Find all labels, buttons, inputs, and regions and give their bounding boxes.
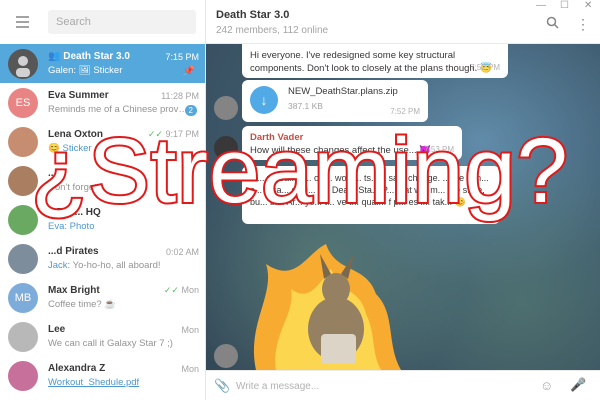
chat-time: Mon <box>181 324 199 335</box>
unread-badge: 2 <box>184 105 197 116</box>
message-composer: 📎 ☺ 🎤 <box>206 370 600 400</box>
message-time: 7:52 PM <box>470 63 500 73</box>
sticker[interactable] <box>236 234 416 370</box>
chat-name: 👥 Death Star 3.0 <box>48 51 130 62</box>
sidebar-top-bar <box>0 0 205 44</box>
chat-preview: Eva: Photo <box>48 221 95 232</box>
file-name: NEW_DeathStar.plans.zip <box>288 86 398 97</box>
avatar <box>8 321 38 352</box>
close-icon[interactable]: ✕ <box>584 0 592 11</box>
chat-preview: Workout_Shedule.pdf <box>48 377 188 388</box>
chat-title: Death Star 3.0 <box>216 9 290 21</box>
chat-time: 0:02 AM <box>165 246 199 257</box>
chat-time: 7:15 PM <box>165 51 199 62</box>
chat-preview: Reminds me of a Chinese prove... <box>48 104 188 115</box>
avatar <box>8 360 38 391</box>
message-time: 7:52 PM <box>390 107 420 117</box>
search-input[interactable] <box>48 10 196 34</box>
file-message[interactable]: ↓ NEW_DeathStar.plans.zip 387.1 KB 7:52 … <box>242 80 428 122</box>
maximize-icon[interactable]: ☐ <box>560 0 569 11</box>
chat-name: Alexandra Z <box>48 363 106 374</box>
chat-time: Mon <box>181 363 199 374</box>
chat-name: Eva Summer <box>48 90 109 101</box>
chat-name: ...d Pirates <box>48 246 99 257</box>
chat-header: Death Star 3.0 242 members, 112 online —… <box>206 0 600 44</box>
pin-icon: 📌 <box>182 66 195 77</box>
message-input[interactable] <box>236 378 526 394</box>
chat-item-lee[interactable]: Lee Mon We can call it Galaxy Star 7 ;) <box>0 317 205 356</box>
chat-preview: Jack: Yo-ho-ho, all aboard! <box>48 260 161 271</box>
avatar <box>8 243 38 274</box>
chat-item-eva-summer[interactable]: ES Eva Summer 11:28 PM Reminds me of a C… <box>0 83 205 122</box>
overlay-title: ¿Streaming? <box>29 120 570 222</box>
mic-icon[interactable]: 🎤 <box>570 377 586 393</box>
hamburger-icon[interactable] <box>8 7 38 37</box>
read-check-icon: ✓✓ <box>163 285 179 295</box>
file-link[interactable]: Workout_Shedule.pdf <box>48 377 139 388</box>
chat-item-alexandra[interactable]: Alexandra Z Mon Workout_Shedule.pdf <box>0 356 205 395</box>
chat-preview: Galen: 🖼 Sticker <box>48 65 123 76</box>
chat-subtitle: 242 members, 112 online <box>216 25 329 36</box>
chat-time: ✓✓ Mon <box>163 285 199 295</box>
chat-time: 11:28 PM <box>161 90 199 101</box>
avatar <box>8 48 38 79</box>
search-icon[interactable] <box>546 16 559 32</box>
message-bubble: Hi everyone. I've redesigned some key st… <box>242 44 508 78</box>
avatar: ES <box>8 87 38 118</box>
chat-name: Max Bright <box>48 285 100 296</box>
download-icon[interactable]: ↓ <box>250 86 278 114</box>
chat-item-death-star[interactable]: 👥 Death Star 3.0 7:15 PM Galen: 🖼 Sticke… <box>0 44 205 83</box>
attach-icon[interactable]: 📎 <box>214 378 230 394</box>
minimize-icon[interactable]: — <box>536 0 546 11</box>
chat-item-max-bright[interactable]: MB Max Bright ✓✓ Mon Coffee time? ☕ <box>0 278 205 317</box>
more-icon[interactable]: ⋮ <box>576 16 590 33</box>
chat-preview: We can call it Galaxy Star 7 ;) <box>48 338 173 349</box>
emoji-icon[interactable]: ☺ <box>540 378 553 393</box>
avatar <box>214 344 238 368</box>
avatar: MB <box>8 282 38 313</box>
chat-item-pirates[interactable]: ...d Pirates 0:02 AM Jack: Yo-ho-ho, all… <box>0 239 205 278</box>
chat-name: Lee <box>48 324 66 335</box>
chat-preview: Coffee time? ☕ <box>48 299 117 310</box>
avatar <box>214 96 238 120</box>
